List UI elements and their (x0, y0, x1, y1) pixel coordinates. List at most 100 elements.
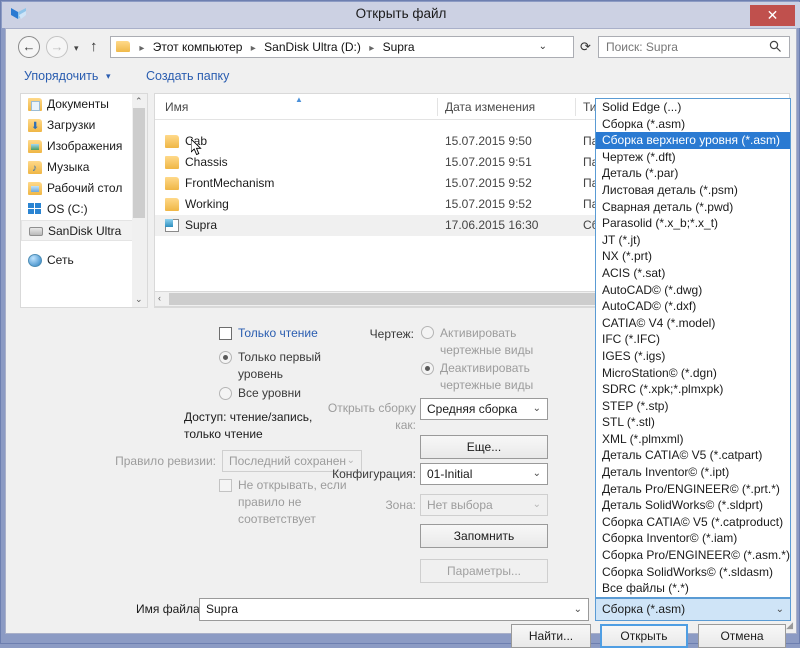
dropdown-option[interactable]: STL (*.stl) (596, 414, 790, 431)
breadcrumb-dropdown-icon[interactable]: ⌄ (539, 37, 547, 57)
dropdown-option[interactable]: CATIA© V4 (*.model) (596, 315, 790, 332)
sidebar-item-downloads[interactable]: Загрузки (21, 115, 148, 137)
dropdown-option[interactable]: Листовая деталь (*.psm) (596, 182, 790, 199)
sidebar-item-label: Загрузки (47, 118, 96, 132)
sidebar-item-desktop[interactable]: Рабочий стол (21, 178, 148, 199)
folder-icon (116, 41, 130, 52)
assembly-file-icon (165, 219, 179, 232)
all-levels-radio[interactable] (219, 387, 232, 400)
dropdown-option[interactable]: AutoCAD© (*.dxf) (596, 298, 790, 315)
dropdown-option[interactable]: NX (*.prt) (596, 248, 790, 265)
all-levels-label: Все уровни (238, 386, 301, 400)
breadcrumb-item-computer[interactable]: Этот компьютер (151, 37, 245, 57)
sidebar-item-pictures[interactable]: Изображения (21, 136, 148, 157)
search-placeholder: Поиск: Supra (606, 40, 678, 54)
open-assembly-label-line1: Открыть сборку (327, 401, 416, 415)
column-divider[interactable] (575, 98, 576, 116)
dropdown-option[interactable]: Solid Edge (...) (596, 99, 790, 116)
find-button[interactable]: Найти... (511, 624, 591, 648)
dropdown-option[interactable]: Деталь SolidWorks© (*.sldprt) (596, 497, 790, 514)
open-file-dialog-window: Открыть файл ✕ ← → ▾ ↑ ▸ Этот компьютер … (0, 0, 800, 648)
sidebar-item-music[interactable]: Музыка (21, 157, 148, 179)
scroll-down-icon[interactable]: ⌄ (135, 294, 143, 305)
cancel-button[interactable]: Отмена (698, 624, 786, 648)
readonly-label: Только чтение (238, 326, 318, 340)
readonly-checkbox[interactable] (219, 327, 232, 340)
dropdown-option[interactable]: Сварная деталь (*.pwd) (596, 199, 790, 216)
forward-button[interactable]: → (46, 36, 68, 58)
file-date: 15.07.2015 9:52 (445, 176, 532, 190)
first-level-radio[interactable] (219, 351, 232, 364)
zone-value: Нет выбора (427, 498, 493, 512)
dropdown-option[interactable]: Деталь Pro/ENGINEER© (*.prt.*) (596, 481, 790, 498)
up-one-level-button[interactable]: ↑ (90, 38, 98, 55)
dropdown-option[interactable]: Чертеж (*.dft) (596, 149, 790, 166)
dropdown-option[interactable]: Сборка CATIA© V5 (*.catproduct) (596, 514, 790, 531)
chevron-down-icon[interactable]: ▾ (106, 71, 111, 82)
open-button[interactable]: Открыть (600, 624, 688, 648)
dropdown-option[interactable]: Сборка верхнего уровня (*.asm) (596, 132, 790, 149)
dropdown-option[interactable]: IFC (*.IFC) (596, 331, 790, 348)
configuration-select[interactable]: 01-Initial ⌄ (420, 463, 548, 485)
new-folder-button[interactable]: Создать папку (146, 69, 229, 83)
dropdown-option[interactable]: Деталь Inventor© (*.ipt) (596, 464, 790, 481)
dropdown-option[interactable]: Сборка Pro/ENGINEER© (*.asm.*) (596, 547, 790, 564)
folder-documents-icon (28, 98, 42, 111)
search-input[interactable]: Поиск: Supra (598, 36, 790, 58)
dropdown-option[interactable]: Деталь (*.par) (596, 165, 790, 182)
column-divider[interactable] (437, 98, 438, 116)
activate-views-radio[interactable] (421, 326, 434, 339)
scroll-left-icon[interactable]: ‹ (158, 293, 161, 303)
recent-locations-icon[interactable]: ▾ (74, 43, 79, 54)
dropdown-option[interactable]: ACIS (*.sat) (596, 265, 790, 282)
scroll-up-icon[interactable]: ⌃ (135, 96, 143, 107)
filename-input[interactable]: Supra ⌄ (199, 598, 589, 621)
search-icon (769, 40, 781, 52)
dropdown-option[interactable]: XML (*.plmxml) (596, 431, 790, 448)
sidebar-item-documents[interactable]: Документы (21, 94, 148, 115)
dropdown-option[interactable]: IGES (*.igs) (596, 348, 790, 365)
dont-open-checkbox[interactable] (219, 479, 232, 492)
dropdown-option[interactable]: Parasolid (*.x_b;*.x_t) (596, 215, 790, 232)
dropdown-option[interactable]: Все файлы (*.*) (596, 580, 790, 597)
address-bar: ← → ▾ ↑ ▸ Этот компьютер ▸ SanDisk Ultra… (6, 29, 796, 63)
breadcrumb-item-drive[interactable]: SanDisk Ultra (D:) (262, 37, 363, 57)
chevron-down-icon[interactable]: ⌄ (574, 599, 582, 620)
scrollbar-thumb[interactable] (169, 293, 599, 305)
refresh-icon[interactable]: ⟳ (580, 39, 591, 55)
sidebar-item-network[interactable]: Сеть (21, 250, 148, 271)
sidebar-item-sandisk-ultra[interactable]: SanDisk Ultra (21, 220, 148, 241)
dropdown-option[interactable]: Сборка SolidWorks© (*.sldasm) (596, 564, 790, 581)
sidebar-item-label: Изображения (47, 139, 123, 153)
dropdown-option[interactable]: SDRC (*.xpk;*.plmxpk) (596, 381, 790, 398)
dropdown-option[interactable]: STEP (*.stp) (596, 398, 790, 415)
scrollbar-thumb[interactable] (133, 108, 145, 218)
remember-button[interactable]: Запомнить (420, 524, 548, 548)
more-button[interactable]: Еще... (420, 435, 548, 459)
dropdown-option[interactable]: JT (*.jt) (596, 232, 790, 249)
organize-button[interactable]: Упорядочить (24, 69, 98, 83)
dropdown-option[interactable]: MicroStation© (*.dgn) (596, 365, 790, 382)
close-button[interactable]: ✕ (750, 5, 795, 26)
column-header-name[interactable]: Имя (165, 100, 188, 114)
dropdown-option[interactable]: Сборка Inventor© (*.iam) (596, 530, 790, 547)
parameters-button[interactable]: Параметры... (420, 559, 548, 583)
file-name: FrontMechanism (185, 176, 275, 190)
back-button[interactable]: ← (18, 36, 40, 58)
navigation-pane-scrollbar[interactable]: ⌃ ⌄ (132, 93, 148, 308)
file-type-dropdown-list[interactable]: Solid Edge (...) Сборка (*.asm) Сборка вер… (595, 98, 791, 598)
zone-select[interactable]: Нет выбора ⌄ (420, 494, 548, 516)
folder-music-icon (28, 158, 42, 179)
breadcrumb-item-folder[interactable]: Supra (381, 37, 417, 57)
file-type-filter-select[interactable]: Сборка (*.asm) ⌄ (595, 598, 791, 621)
deactivate-views-radio[interactable] (421, 362, 434, 375)
resize-grip[interactable]: ◢ (786, 620, 793, 631)
dropdown-option[interactable]: AutoCAD© (*.dwg) (596, 282, 790, 299)
dropdown-option[interactable]: Сборка (*.asm) (596, 116, 790, 133)
column-header-date[interactable]: Дата изменения (445, 100, 535, 114)
filter-value: Сборка (*.asm) (602, 602, 686, 616)
breadcrumb[interactable]: ▸ Этот компьютер ▸ SanDisk Ultra (D:) ▸ … (110, 36, 574, 58)
open-assembly-select[interactable]: Средняя сборка ⌄ (420, 398, 548, 420)
sidebar-item-os-drive[interactable]: OS (C:) (21, 199, 148, 220)
dropdown-option[interactable]: Деталь CATIA© V5 (*.catpart) (596, 447, 790, 464)
